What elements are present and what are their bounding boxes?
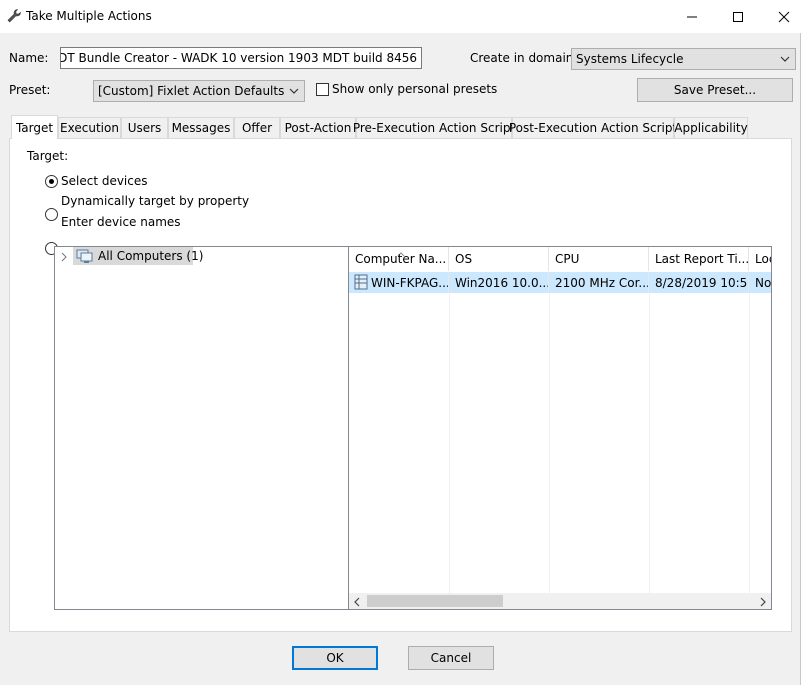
dynamic-target-label: Dynamically target by property	[61, 194, 250, 208]
chevron-down-icon	[780, 56, 790, 62]
cell-computer-name: WIN-FKPAG...	[365, 272, 449, 293]
cell-last-report: 8/28/2019 10:5...	[649, 272, 749, 293]
chevron-right-icon[interactable]	[60, 251, 68, 265]
save-preset-button[interactable]: Save Preset...	[637, 78, 793, 102]
scroll-right-icon[interactable]	[759, 596, 767, 609]
tab-target[interactable]: Target	[11, 115, 58, 139]
scroll-left-icon[interactable]	[353, 596, 361, 609]
preset-select-value: [Custom] Fixlet Action Defaults	[98, 84, 285, 98]
cell-os: Win2016 10.0....	[449, 272, 549, 293]
minimize-icon	[687, 16, 697, 17]
tab-pre-execution-script[interactable]: Pre-Execution Action Script	[353, 117, 515, 138]
horizontal-scrollbar[interactable]	[349, 593, 771, 609]
column-header-last-report-time[interactable]: Last Report Ti...	[649, 247, 749, 271]
cell-cpu: 2100 MHz Cor...	[549, 272, 649, 293]
dynamic-target-radio[interactable]	[45, 208, 58, 221]
name-input-value: Deploy MDT Bundle Creator - WADK 10 vers…	[61, 51, 417, 65]
preset-select[interactable]: [Custom] Fixlet Action Defaults	[93, 80, 305, 102]
window-title: Take Multiple Actions	[26, 9, 152, 23]
tab-applicability[interactable]: Applicability	[674, 117, 748, 138]
select-devices-label: Select devices	[61, 174, 148, 188]
close-icon	[778, 11, 790, 22]
domain-select[interactable]: Systems Lifecycle	[571, 48, 796, 70]
column-separator	[549, 293, 550, 593]
enter-device-names-label: Enter device names	[61, 215, 181, 229]
maximize-icon	[733, 11, 743, 22]
target-heading: Target:	[27, 149, 69, 163]
column-header-computer-name[interactable]: Computer Na...	[349, 247, 449, 271]
column-header-os[interactable]: OS	[449, 247, 549, 271]
name-label: Name:	[9, 51, 49, 65]
wrench-icon	[6, 8, 22, 24]
column-separator	[449, 293, 450, 593]
domain-label: Create in domain:	[470, 51, 578, 65]
tab-users[interactable]: Users	[121, 117, 168, 138]
tab-messages[interactable]: Messages	[168, 117, 234, 138]
domain-select-value: Systems Lifecycle	[576, 52, 684, 66]
cancel-button[interactable]: Cancel	[408, 646, 494, 670]
computer-list[interactable]: Computer Na... OS CPU Last Report Ti... …	[348, 246, 772, 610]
background-strip-bottom	[0, 685, 812, 689]
background-strip	[801, 33, 812, 689]
name-input[interactable]: Deploy MDT Bundle Creator - WADK 10 vers…	[60, 47, 422, 69]
maximize-button[interactable]	[715, 0, 761, 33]
show-personal-presets-label: Show only personal presets	[332, 82, 498, 96]
tab-post-action[interactable]: Post-Action	[280, 117, 356, 138]
tab-offer[interactable]: Offer	[234, 117, 280, 138]
ok-button[interactable]: OK	[292, 646, 378, 670]
tab-post-execution-script[interactable]: Post-Execution Action Script	[509, 117, 677, 138]
select-devices-radio[interactable]	[45, 175, 58, 188]
close-button[interactable]	[761, 0, 807, 33]
preset-label: Preset:	[9, 83, 51, 97]
scrollbar-thumb[interactable]	[367, 595, 503, 607]
minimize-button[interactable]	[669, 0, 715, 33]
computers-group-icon	[76, 248, 94, 267]
tree-item-label: All Computers (1)	[98, 249, 204, 263]
show-personal-presets-checkbox[interactable]	[316, 83, 329, 96]
chevron-down-icon	[289, 88, 299, 94]
column-header-cpu[interactable]: CPU	[549, 247, 649, 271]
cell-locked: No	[755, 275, 771, 290]
column-separator	[749, 293, 750, 593]
column-header-locked[interactable]: Loc	[749, 247, 771, 271]
tab-execution[interactable]: Execution	[58, 117, 121, 138]
column-separator	[649, 293, 650, 593]
computer-group-tree[interactable]	[54, 246, 348, 610]
